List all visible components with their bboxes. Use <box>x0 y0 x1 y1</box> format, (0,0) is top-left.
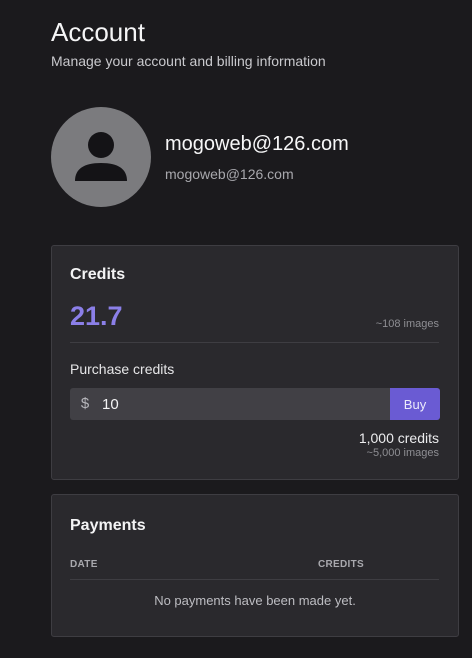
credits-title: Credits <box>70 266 126 283</box>
profile-text: mogoweb@126.com mogoweb@126.com <box>165 133 349 182</box>
purchase-credits-label: Purchase credits <box>70 361 175 377</box>
payments-table-header: DATE CREDITS <box>70 559 439 579</box>
account-page: Account Manage your account and billing … <box>0 0 472 658</box>
credits-card: Credits 21.7 ~108 images Purchase credit… <box>51 245 459 480</box>
purchase-row: $ Buy <box>70 388 440 420</box>
page-subtitle: Manage your account and billing informat… <box>51 53 326 69</box>
divider <box>70 342 439 343</box>
column-header-date: DATE <box>70 559 98 570</box>
page-header: Account Manage your account and billing … <box>51 17 326 69</box>
profile-section: mogoweb@126.com mogoweb@126.com <box>51 107 349 207</box>
profile-name: mogoweb@126.com <box>165 133 349 155</box>
purchase-result-credits: 1,000 credits <box>358 430 439 446</box>
buy-button[interactable]: Buy <box>390 388 440 420</box>
avatar <box>51 107 151 207</box>
divider <box>70 579 439 580</box>
user-icon <box>75 132 127 181</box>
currency-symbol: $ <box>80 395 90 412</box>
column-header-credits: CREDITS <box>318 559 364 570</box>
purchase-result-images: ~5,000 images <box>366 447 439 459</box>
amount-input[interactable] <box>100 388 390 420</box>
page-title: Account <box>51 17 145 47</box>
credits-images-estimate: ~108 images <box>375 318 439 330</box>
payments-card: Payments DATE CREDITS No payments have b… <box>51 494 459 637</box>
profile-email: mogoweb@126.com <box>165 166 294 182</box>
payments-title: Payments <box>70 517 146 534</box>
credits-balance: 21.7 <box>70 301 123 331</box>
payments-empty-message: No payments have been made yet. <box>154 593 356 608</box>
purchase-result: 1,000 credits ~5,000 images <box>359 430 439 460</box>
